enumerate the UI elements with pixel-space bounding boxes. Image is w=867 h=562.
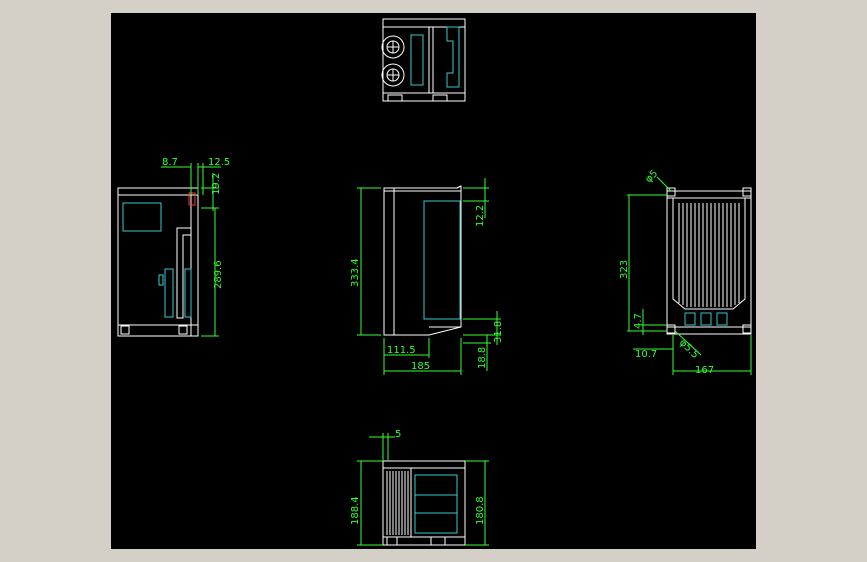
heatsink-fins <box>678 203 740 307</box>
front-view <box>383 185 462 336</box>
dim-left-top-a: 8.7 <box>162 157 178 168</box>
bottom-view <box>382 460 466 546</box>
dim-front-top-offset: 12.2 <box>475 205 486 227</box>
dim-bottom-height-right: 180.8 <box>475 496 486 525</box>
dim-front-inner-width: 111.5 <box>387 345 416 356</box>
dim-right-height: 323 <box>619 260 630 279</box>
cad-drawing: 8.7 12.5 19.2 289.6 333.4 12.2 31.8 18.8… <box>117 18 752 546</box>
dim-bottom-offset: 5 <box>395 429 401 440</box>
cad-viewport[interactable]: 8.7 12.5 19.2 289.6 333.4 12.2 31.8 18.8… <box>111 13 756 549</box>
dim-front-base: 18.8 <box>477 347 488 369</box>
dim-left-height: 289.6 <box>213 260 224 289</box>
terminal-circle-upper <box>381 35 405 59</box>
dim-right-offset-v: 4.7 <box>633 313 644 329</box>
terminal-circle-lower <box>381 63 405 87</box>
dim-right-hole-b: φ5.5 <box>677 337 701 361</box>
dim-right-hole-a: φ5 <box>643 168 660 185</box>
dim-front-width: 185 <box>411 361 430 372</box>
dim-bottom-height-left: 188.4 <box>350 496 361 525</box>
dim-left-top-c: 19.2 <box>211 173 222 195</box>
dim-right-width: 167 <box>695 365 714 376</box>
right-side-view <box>666 187 752 335</box>
dim-front-bottom-offset: 31.8 <box>493 321 504 343</box>
dim-left-top-b: 12.5 <box>208 157 230 168</box>
bottom-view-dimensions <box>357 433 489 546</box>
top-view <box>381 18 466 102</box>
bottom-view-fins <box>386 471 409 535</box>
dim-right-offset-h: 10.7 <box>635 349 657 360</box>
dim-front-height: 333.4 <box>350 258 361 287</box>
left-side-view <box>117 187 199 337</box>
